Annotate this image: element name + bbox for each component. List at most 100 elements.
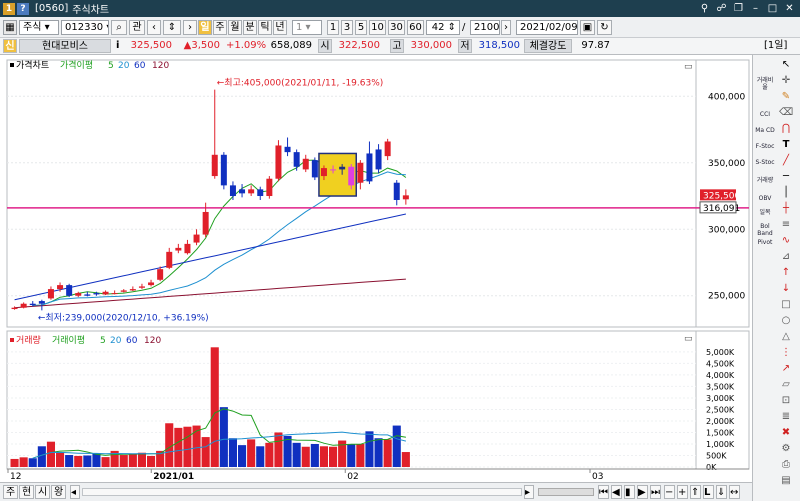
help-icon[interactable]: ?	[17, 2, 29, 15]
scale-down-icon[interactable]: ⇓	[716, 485, 727, 499]
triangle-icon[interactable]: △	[779, 331, 793, 343]
tick-button[interactable]: 틱	[258, 20, 272, 35]
minute-button[interactable]: 분	[243, 20, 257, 35]
price-legend-name[interactable]: 가격차트	[16, 59, 49, 71]
tool-bollinger[interactable]: Bol Band	[755, 223, 775, 237]
gann-icon[interactable]: ⊿	[779, 251, 793, 263]
price-panel-menu-icon[interactable]: ▭	[684, 62, 693, 72]
week-button[interactable]: 주	[213, 20, 227, 35]
scale-up-icon[interactable]: ⇑	[690, 485, 701, 499]
print-icon[interactable]: ⎙	[779, 459, 793, 471]
ruler-icon[interactable]: ▱	[779, 379, 793, 391]
zoom-slider[interactable]	[538, 488, 594, 496]
date-field[interactable]: 2021/02/09 ▾	[516, 20, 578, 35]
ellipse-icon[interactable]: ○	[779, 315, 793, 327]
settings-icon[interactable]: ⚙	[779, 443, 793, 455]
magnet-icon[interactable]: ⋂	[779, 123, 793, 135]
lock-icon[interactable]: ⊡	[779, 395, 793, 407]
horizontal-scrollbar[interactable]	[82, 488, 522, 496]
layout-icon[interactable]: ▦	[3, 20, 17, 35]
close-icon[interactable]: ✕	[783, 2, 796, 15]
text-tool-icon[interactable]: T	[779, 139, 793, 151]
zoom-in-icon[interactable]: +	[677, 485, 688, 499]
link-icon[interactable]: ☍	[715, 2, 728, 15]
trend-line-icon[interactable]: ╱	[779, 155, 793, 167]
total-count-arrow-icon[interactable]: ›	[501, 20, 511, 35]
nav-next-icon[interactable]: ▶	[637, 485, 648, 499]
bottom-tab-current[interactable]: 현	[19, 485, 35, 499]
relation-button[interactable]: 관	[129, 20, 145, 35]
volume-panel-menu-icon[interactable]: ▭	[684, 334, 693, 344]
nav-pause-icon[interactable]: ▮	[624, 485, 635, 499]
nav-last-icon[interactable]: ⏭	[650, 485, 661, 499]
layers-icon[interactable]: ≣	[779, 411, 793, 423]
calendar-icon[interactable]: ▣	[580, 20, 595, 35]
log-scale-icon[interactable]: L	[703, 485, 714, 499]
month-button[interactable]: 월	[228, 20, 242, 35]
bottom-tab-market[interactable]: 시	[35, 485, 51, 499]
tool-cci[interactable]: CCI	[755, 111, 775, 118]
info-button[interactable]: i	[116, 39, 119, 53]
window-code: [0560]	[35, 3, 69, 14]
tool-volume[interactable]: 거래량	[755, 177, 775, 184]
tool-ichimoku[interactable]: 일목	[755, 209, 775, 216]
rectangle-icon[interactable]: □	[779, 299, 793, 311]
search-icon[interactable]: ⌕	[111, 20, 127, 35]
tool-slow-stoch[interactable]: S-Stoc	[755, 159, 775, 166]
volume-legend-ma-label[interactable]: 거래이평	[52, 335, 85, 346]
arrow-down-icon[interactable]: ↓	[779, 283, 793, 295]
channel-icon[interactable]: ≡	[779, 219, 793, 231]
tool-pivot[interactable]: Pivot	[755, 239, 775, 246]
interval-30-button[interactable]: 30	[388, 20, 405, 35]
pencil-icon[interactable]: ✎	[779, 91, 793, 103]
period-unit-select[interactable]: 1 ▾	[292, 20, 322, 35]
count-stepper[interactable]: 42 ⇕	[426, 20, 460, 35]
auto-trend-icon[interactable]: ↗	[779, 363, 793, 375]
tool-fast-stoch[interactable]: F-Stoc	[755, 143, 775, 150]
scroll-right-icon[interactable]: ▸	[524, 485, 534, 499]
fibonacci-icon[interactable]: ∿	[779, 235, 793, 247]
minimize-icon[interactable]: –	[749, 2, 762, 15]
volume-legend-name[interactable]: 거래량	[16, 334, 41, 346]
year-button[interactable]: 년	[273, 20, 287, 35]
fit-icon[interactable]: ↔	[729, 485, 740, 499]
cursor-icon[interactable]: ↖	[779, 59, 793, 71]
interval-60-button[interactable]: 60	[407, 20, 424, 35]
total-count-field[interactable]: 2100	[470, 20, 500, 35]
arrow-up-icon[interactable]: ↑	[779, 267, 793, 279]
bottom-tab-week[interactable]: 주	[3, 485, 19, 499]
cross-line-icon[interactable]: ┼	[779, 203, 793, 215]
scroll-left-icon[interactable]: ◂	[70, 485, 80, 499]
interval-10-button[interactable]: 10	[369, 20, 386, 35]
nav-prev-icon[interactable]: ◀	[611, 485, 622, 499]
market-select[interactable]: 주식 ▾	[19, 20, 59, 35]
nav-first-icon[interactable]: ⏮	[598, 485, 609, 499]
bottom-tab-king[interactable]: 왕	[51, 485, 67, 499]
favorite-icon[interactable]: 신	[3, 39, 17, 53]
tool-macd[interactable]: Ma CD	[755, 127, 775, 134]
tool-obv[interactable]: OBV	[755, 195, 775, 202]
prev-symbol-icon[interactable]: ‹	[147, 20, 161, 35]
horizontal-line-icon[interactable]: ─	[779, 171, 793, 183]
symbol-input[interactable]: 012330 ▾	[61, 20, 109, 35]
tool-volume-ratio[interactable]: 거래비율	[755, 77, 775, 107]
interval-3-button[interactable]: 3	[341, 20, 353, 35]
vertical-line-icon[interactable]: │	[779, 187, 793, 199]
crosshair-icon[interactable]: ✛	[779, 75, 793, 87]
copy-icon[interactable]: ❐	[732, 2, 745, 15]
save-icon[interactable]: ▤	[779, 475, 793, 487]
next-symbol-icon[interactable]: ›	[183, 20, 197, 35]
interval-1-button[interactable]: 1	[327, 20, 339, 35]
refresh-icon[interactable]: ↻	[597, 20, 612, 35]
symbol-stepper-icon[interactable]: ⇕	[163, 20, 181, 35]
zoom-out-icon[interactable]: −	[664, 485, 675, 499]
chart-svg[interactable]: 400,000 350,000 300,000 250,000 5,000K 4,500…	[0, 55, 752, 482]
maximize-icon[interactable]: □	[766, 2, 779, 15]
interval-5-button[interactable]: 5	[355, 20, 367, 35]
price-legend-ma-label[interactable]: 가격이평	[60, 59, 93, 71]
delete-icon[interactable]: ✖	[779, 427, 793, 439]
period-line-icon[interactable]: ⋮	[779, 347, 793, 359]
eraser-icon[interactable]: ⌫	[779, 107, 793, 119]
day-period-button[interactable]: 일	[198, 20, 212, 35]
pin-icon[interactable]: ⚲	[698, 2, 711, 15]
